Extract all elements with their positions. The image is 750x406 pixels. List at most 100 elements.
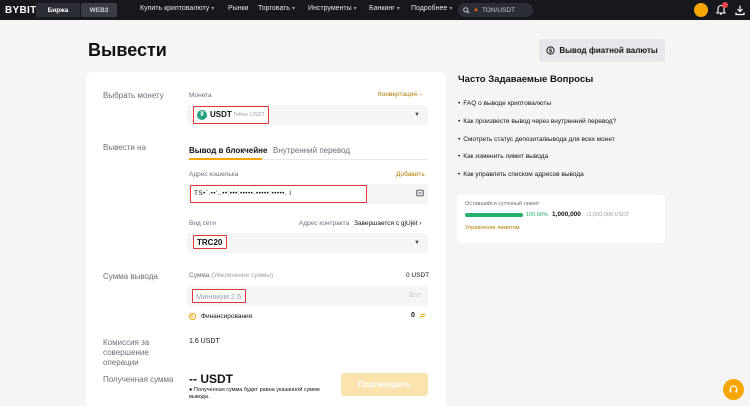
coin-name: Tether USDT (233, 112, 265, 118)
chevron-down-icon: ▼ (414, 240, 420, 246)
avatar[interactable] (694, 3, 708, 17)
contract-address-label: Адрес контракта (299, 220, 350, 227)
segment-web3[interactable]: WEB3 (81, 3, 117, 17)
amount-section-label: Сумма вывода (103, 272, 158, 281)
support-chat-button[interactable] (723, 379, 744, 400)
fire-icon: ▲ (473, 7, 479, 13)
bullet-icon: • (458, 100, 461, 107)
contract-address-value: Завершается с gjUjét (354, 220, 418, 227)
nav-buy-crypto-label: Купить криптовалюту (140, 5, 210, 12)
limit-label: Оставшийся суточный лимит (465, 201, 540, 207)
faq-item[interactable]: • FAQ о выводе криптовалюты (458, 100, 551, 107)
faq-item-text: Как управлять списком адресов вывода (463, 171, 584, 178)
logo-text: BYBIT (5, 5, 37, 16)
page-title: Вывести (88, 40, 167, 60)
limit-progress-fill (465, 213, 523, 217)
manage-limit-link[interactable]: Управление лимитом (465, 225, 520, 231)
search-input[interactable]: ▲ TON/USDT (458, 3, 533, 17)
faq-item[interactable]: • Как изменить лимит вывода (458, 153, 548, 160)
svg-text:$: $ (549, 49, 552, 55)
coin-section-label: Выбрать монету (103, 91, 164, 100)
withdraw-to-label: Вывести на (103, 143, 146, 152)
received-section-label: Полученная сумма (103, 375, 174, 384)
bullet-icon: • (458, 136, 461, 143)
tab-internal-transfer[interactable]: Внутренний перевод (273, 146, 350, 155)
chevron-down-icon: ▾ (353, 6, 357, 12)
all-button[interactable]: Все (409, 292, 421, 299)
convert-link-label: Конвертация (378, 91, 417, 98)
tether-icon: ₮ (197, 110, 207, 120)
nav-trade[interactable]: Торговать ▾ (258, 5, 295, 12)
download-icon[interactable] (734, 4, 746, 16)
bullet-icon: • (458, 153, 461, 160)
chevron-down-icon: ▾ (292, 6, 296, 12)
tab-active-indicator (189, 158, 262, 160)
limit-remaining: 1,000,000 (552, 211, 581, 218)
network-value: TRC20 (197, 238, 223, 247)
nav-buy-crypto[interactable]: Купить криптовалюту ▾ (140, 5, 214, 12)
chevron-right-icon: › (419, 220, 422, 227)
chevron-down-icon: ▾ (449, 6, 453, 12)
nav-banking[interactable]: Банкинг ▾ (369, 5, 400, 12)
funding-account-label: Финансирования (201, 313, 253, 320)
convert-link[interactable]: Конвертация→ (378, 91, 423, 98)
headset-icon (729, 385, 738, 393)
network-field-label: Вид сети (189, 220, 216, 227)
faq-item-text: Как изменить лимит вывода (463, 153, 549, 160)
address-field-label: Адрес кошелька (189, 171, 239, 178)
faq-item[interactable]: • Смотреть статус депозита/вывода для все… (458, 136, 615, 143)
segment-exchange-label: Биржа (47, 6, 69, 14)
nav-markets[interactable]: Рынки (228, 5, 249, 12)
fee-value: 1.6 USDT (189, 338, 220, 345)
add-address-link[interactable]: Добавить (396, 171, 425, 178)
chevron-down-icon: ▼ (414, 112, 420, 118)
bullet-icon: • (458, 118, 461, 125)
bullet-icon: • (458, 171, 461, 178)
chevron-down-icon: ▾ (211, 6, 215, 12)
notification-badge (722, 2, 728, 8)
fee-section-label: Комиссия за совершение операции (103, 338, 150, 367)
faq-item-text: Смотреть статус депозита/вывода для всех… (463, 136, 615, 143)
nav-markets-label: Рынки (228, 5, 249, 12)
nav-banking-label: Банкинг (369, 5, 395, 12)
tab-onchain[interactable]: Вывод в блокчейне (189, 146, 267, 155)
faq-item-text: FAQ о выводе криптовалюты (463, 100, 551, 107)
transfer-icon[interactable] (419, 312, 426, 319)
received-amount: -- USDT (189, 372, 233, 386)
search-icon (463, 6, 470, 14)
nav-trade-label: Торговать (258, 5, 291, 12)
contract-address-suffix[interactable]: Завершается с gjUjét › (354, 220, 422, 227)
segment-exchange[interactable]: Биржа (36, 3, 80, 17)
fiat-withdraw-button[interactable]: $ Вывод фиатной валюты (539, 39, 665, 62)
nav-tools[interactable]: Инструменты ▾ (308, 5, 357, 12)
confirm-button[interactable]: Подтвердить (341, 373, 428, 396)
received-note-text: Полученная сумма будет равна указанной с… (189, 387, 320, 400)
amount-label-text: Сумма (189, 272, 210, 279)
money-icon: $ (546, 46, 555, 55)
address-book-icon[interactable] (416, 189, 424, 197)
received-note: ● Полученная сумма будет равна указанной… (189, 387, 339, 401)
top-navigation-bar: BYBIT Биржа WEB3 Купить криптовалюту ▾ Ры… (0, 0, 750, 20)
faq-item[interactable]: • Как управлять списком адресов вывода (458, 171, 584, 178)
faq-item[interactable]: • Как произвести вывод через внутренний п… (458, 118, 616, 125)
bullet-icon: ● (189, 387, 193, 393)
limit-percent: 100.00% (526, 212, 548, 218)
amount-field-label: Сумма (Увеличение суммы) (189, 272, 273, 279)
amount-available: 0 USDT (406, 272, 430, 279)
nav-tools-label: Инструменты (308, 5, 352, 12)
segment-web3-label: WEB3 (89, 6, 109, 14)
coin-field-label: Монета (189, 92, 212, 99)
chevron-down-icon: ▾ (396, 6, 400, 12)
funding-account-radio[interactable] (189, 313, 196, 320)
faq-title: Часто Задаваемые Вопросы (458, 74, 594, 85)
amount-hint: (Увеличение суммы) (211, 272, 274, 279)
nav-more[interactable]: Подробнее ▾ (411, 5, 452, 12)
fiat-withdraw-label: Вывод фиатной валюты (559, 46, 658, 55)
search-text: TON/USDT (481, 6, 516, 14)
address-value: TS•´.••’..••:•••:•••••·•••••:•••••. I (194, 190, 292, 197)
amount-placeholder: Минимум:2.6 (196, 292, 242, 301)
bybit-logo[interactable]: BYBIT (5, 5, 37, 16)
coin-symbol: USDT (210, 110, 232, 119)
faq-item-text: Как произвести вывод через внутренний пе… (463, 118, 617, 125)
arrow-right-icon: → (416, 91, 424, 98)
